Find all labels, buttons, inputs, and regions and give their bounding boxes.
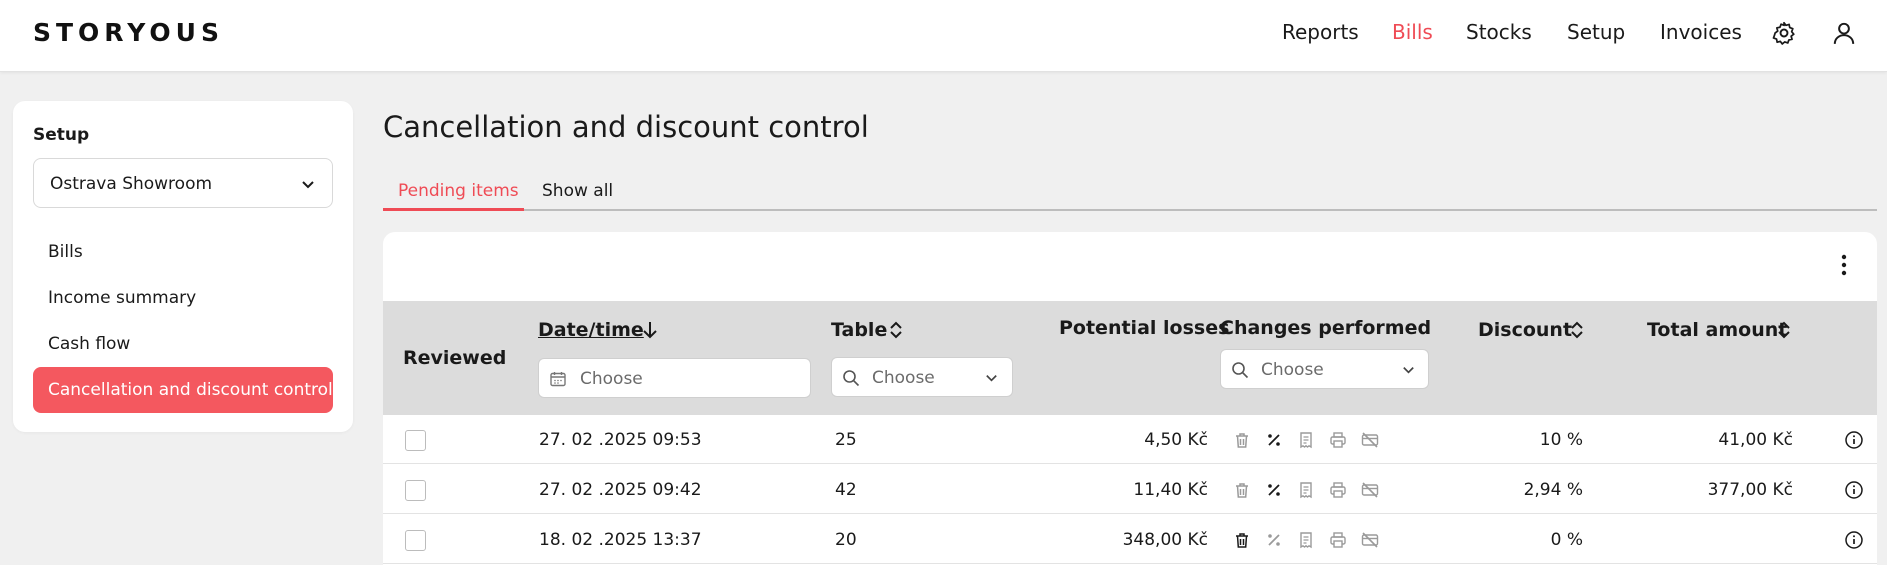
datetime-filter-placeholder: Choose xyxy=(580,369,643,389)
nav-reports[interactable]: Reports xyxy=(1282,20,1359,44)
reviewed-checkbox[interactable] xyxy=(405,430,426,451)
trash-icon xyxy=(1236,483,1248,498)
row-datetime: 18. 02 .2025 13:37 xyxy=(539,530,702,550)
receipt-icon xyxy=(1300,432,1312,449)
row-datetime: 27. 02 .2025 09:42 xyxy=(539,480,702,500)
tab-show-all[interactable]: Show all xyxy=(542,181,613,201)
col-changes-performed: Changes performed xyxy=(1220,317,1432,339)
receipt-icon xyxy=(1300,482,1312,499)
no-payment-icon xyxy=(1361,532,1379,548)
printer-icon xyxy=(1330,532,1346,548)
col-discount[interactable]: Discount xyxy=(1478,319,1572,341)
sidebar-item-bills[interactable]: Bills xyxy=(48,242,83,262)
col-reviewed: Reviewed xyxy=(403,347,507,369)
printer-icon xyxy=(1330,482,1346,498)
nav-invoices[interactable]: Invoices xyxy=(1660,20,1742,44)
row-potential-losses: 4,50 Kč xyxy=(1144,430,1208,450)
discount-icon xyxy=(1268,534,1280,546)
changes-filter-placeholder: Choose xyxy=(1261,360,1324,380)
trash-icon xyxy=(1236,433,1248,448)
table-header: Reviewed Date/time Choose Table Choose P… xyxy=(383,301,1877,415)
discount-icon xyxy=(1268,434,1280,446)
printer-icon xyxy=(1330,432,1346,448)
chevron-down-icon xyxy=(986,375,997,382)
row-table: 25 xyxy=(835,430,857,450)
row-potential-losses: 11,40 Kč xyxy=(1133,480,1208,500)
reviewed-checkbox[interactable] xyxy=(405,530,426,551)
reviewed-checkbox[interactable] xyxy=(405,480,426,501)
search-icon xyxy=(843,370,860,387)
col-total-amount[interactable]: Total amount xyxy=(1647,319,1787,341)
changes-filter[interactable]: Choose xyxy=(1220,349,1429,389)
col-table[interactable]: Table xyxy=(831,319,887,341)
logo[interactable]: STORYOUS xyxy=(33,18,224,47)
tab-pending-items[interactable]: Pending items xyxy=(398,181,519,201)
table-filter-placeholder: Choose xyxy=(872,368,935,388)
table-row[interactable]: 18. 02 .2025 13:37 20 348,00 Kč 0 % xyxy=(383,515,1877,564)
discount-icon xyxy=(1268,484,1280,496)
page-title: Cancellation and discount control xyxy=(383,110,869,144)
location-value: Ostrava Showroom xyxy=(50,174,213,194)
row-discount: 10 % xyxy=(1539,430,1583,450)
active-tab-indicator xyxy=(383,208,524,211)
row-total-amount: 377,00 Kč xyxy=(1707,480,1793,500)
chevron-down-icon xyxy=(302,181,314,189)
nav-bills[interactable]: Bills xyxy=(1392,20,1433,44)
row-potential-losses: 348,00 Kč xyxy=(1122,530,1208,550)
row-discount: 2,94 % xyxy=(1523,480,1583,500)
sidebar-item-label: Cancellation and discount control xyxy=(48,380,333,400)
row-datetime: 27. 02 .2025 09:53 xyxy=(539,430,702,450)
search-icon xyxy=(1232,362,1249,379)
nav-stocks[interactable]: Stocks xyxy=(1466,20,1532,44)
col-datetime[interactable]: Date/time xyxy=(538,319,644,341)
no-payment-icon xyxy=(1361,482,1379,498)
info-icon[interactable] xyxy=(1844,530,1864,550)
no-payment-icon xyxy=(1361,432,1379,448)
table-filter[interactable]: Choose xyxy=(831,357,1013,397)
more-options-icon[interactable] xyxy=(1841,254,1847,276)
tabs-divider xyxy=(383,209,1877,211)
row-total-amount: 41,00 Kč xyxy=(1718,430,1793,450)
info-icon[interactable] xyxy=(1844,430,1864,450)
sidebar-item-income-summary[interactable]: Income summary xyxy=(48,288,196,308)
sidebar-item-cash-flow[interactable]: Cash flow xyxy=(48,334,130,354)
receipt-icon xyxy=(1300,532,1312,549)
sort-icon[interactable] xyxy=(1569,320,1585,340)
row-table: 42 xyxy=(835,480,857,500)
location-select[interactable]: Ostrava Showroom xyxy=(33,158,333,208)
top-bar: STORYOUS Reports Bills Stocks Setup Invo… xyxy=(0,0,1887,72)
sidebar-title: Setup xyxy=(33,125,90,145)
col-potential-losses: Potential losses xyxy=(1059,317,1230,339)
sort-desc-icon[interactable] xyxy=(642,320,658,340)
user-icon[interactable] xyxy=(1831,20,1857,46)
row-table: 20 xyxy=(835,530,857,550)
chevron-down-icon xyxy=(1403,367,1414,374)
gear-icon[interactable] xyxy=(1771,20,1797,46)
table-row[interactable]: 27. 02 .2025 09:42 42 11,40 Kč 2,94 % 377,00… xyxy=(383,465,1877,514)
sidebar: Setup Ostrava Showroom Bills Income summ… xyxy=(13,101,353,432)
sort-icon[interactable] xyxy=(888,320,904,340)
row-discount: 0 % xyxy=(1550,530,1583,550)
info-icon[interactable] xyxy=(1844,480,1864,500)
trash-icon xyxy=(1236,533,1248,548)
table-row[interactable]: 27. 02 .2025 09:53 25 4,50 Kč 10 % 41,00 Kč xyxy=(383,415,1877,464)
bills-table-card: Reviewed Date/time Choose Table Choose P… xyxy=(383,232,1877,565)
nav-setup[interactable]: Setup xyxy=(1567,20,1625,44)
sidebar-item-cancellation-discount[interactable]: Cancellation and discount control xyxy=(33,367,333,413)
sort-icon[interactable] xyxy=(1776,320,1792,340)
calendar-icon xyxy=(550,372,566,387)
datetime-filter[interactable]: Choose xyxy=(538,358,811,398)
